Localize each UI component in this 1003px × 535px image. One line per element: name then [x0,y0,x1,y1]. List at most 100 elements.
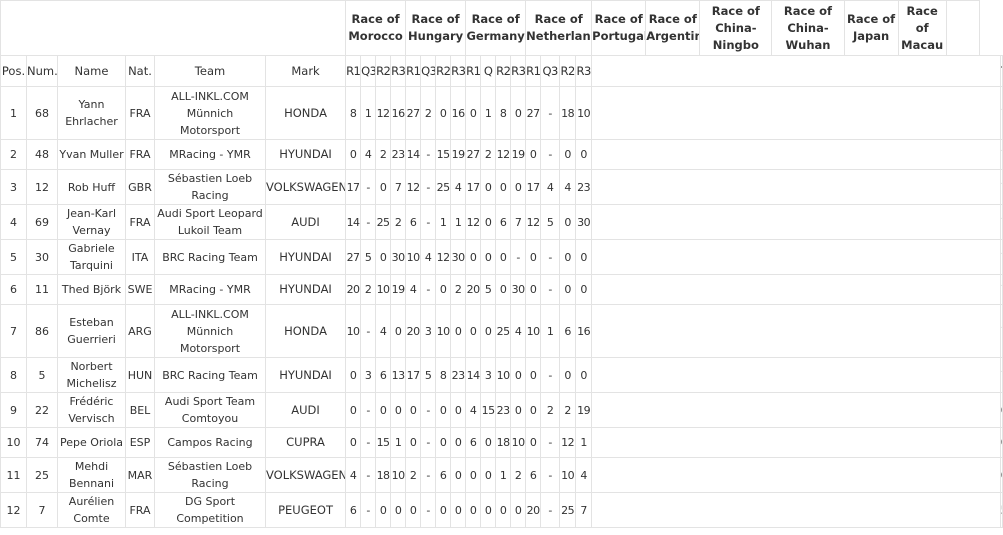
empty-score-cells [591,169,1001,205]
team-name: Campos Racing [154,427,266,458]
score-cell: 0 [510,169,527,205]
num-cell: 25 [26,457,58,493]
score-cell: 30 [510,274,527,305]
race-header-china-ningbo: Race of China-Ningbo [699,0,773,56]
score-cell: 18 [375,457,392,493]
score-cell: 20 [405,304,422,358]
score-cell: 6 [465,427,482,458]
race-header-argentina: Race of Argentina [645,0,701,56]
score-cell: 10 [495,357,512,393]
driver-name: Gabriele Tarquini [57,239,126,275]
score-cell: - [540,492,561,528]
score-cell: 25 [559,492,577,528]
score-cell: 6 [405,204,422,240]
score-cell: 5 [420,357,437,393]
score-cell: 23 [495,392,512,428]
col-header-pos: Pos. [0,55,27,87]
score-cell: 0 [375,239,392,275]
score-cell: 7 [510,204,527,240]
score-cell: 15 [375,427,392,458]
score-cell: 0 [345,392,362,428]
mark-cell: HYUNDAI [264,274,347,305]
score-cell: 10 [510,427,527,458]
score-cell: 10 [375,274,392,305]
team-name: ALL-INKL.COM Münnich Motorsport [154,86,266,140]
score-cell: 0 [465,457,482,493]
score-cell: 0 [405,427,422,458]
sub-header-netherlands-q3: Q3 [540,55,561,87]
score-cell: 3 [420,304,437,358]
driver-name: Rob Huff [57,169,126,205]
total-cell: 58 [999,492,1003,528]
score-cell: 0 [435,86,452,140]
score-cell: 0 [480,492,497,528]
score-cell: 0 [390,304,407,358]
score-cell: 0 [390,392,407,428]
standings-body: 1 68 Yann Ehrlacher FRA ALL-INKL.COM Münnich… [0,86,1003,528]
score-cell: 27 [525,86,542,140]
total-cell: 65 [999,392,1003,428]
driver-name: Aurélien Comte [57,492,126,528]
standings-row: 2 48 Yvan Muller FRA MRacing - YMR HYUNDAI 0 4 2… [0,139,1003,170]
nationality-cell: SWE [125,274,155,305]
sub-header-morocco-q3: Q3 [360,55,377,87]
race-header-macau: Race of Macau [897,0,947,56]
empty-score-cells [591,427,1001,458]
score-cell: 0 [450,492,467,528]
pos-cell: 10 [0,427,27,458]
score-cell: 0 [575,274,593,305]
score-cell: 6 [495,204,512,240]
score-cell: 0 [559,357,577,393]
score-cell: 12 [375,86,392,140]
score-cell: 4 [540,169,561,205]
pos-cell: 11 [0,457,27,493]
total-cell: 109 [999,304,1003,358]
score-cell: 19 [390,274,407,305]
team-name: BRC Racing Team [154,239,266,275]
team-name: ALL-INKL.COM Münnich Motorsport [154,304,266,358]
score-cell: 0 [510,357,527,393]
standings-row: 5 30 Gabriele Tarquini ITA BRC Racing Team HY… [0,239,1003,275]
score-cell: - [540,357,561,393]
score-cell: 0 [450,457,467,493]
sub-header-hungary-r3: R3 [450,55,467,87]
score-cell: 0 [559,239,577,275]
score-cell: 0 [559,274,577,305]
score-cell: 0 [435,492,452,528]
score-cell: 10 [559,457,577,493]
score-cell: 6 [525,457,542,493]
race-header-morocco: Race of Morocco [345,0,407,56]
score-cell: 0 [465,304,482,358]
standings-row: 6 11 Thed Björk SWE MRacing - YMR HYUNDAI 20 2 1… [0,274,1003,305]
score-cell: 8 [435,357,452,393]
mark-cell: VOLKSWAGEN [264,457,347,493]
nationality-cell: ITA [125,239,155,275]
score-cell: 1 [390,427,407,458]
empty-race-columns [591,55,1001,87]
score-cell: 2 [405,457,422,493]
driver-name: Frédéric Vervisch [57,392,126,428]
score-cell: 2 [375,139,392,170]
mark-cell: HONDA [264,304,347,358]
score-cell: 30 [390,239,407,275]
score-cell: 30 [450,239,467,275]
pos-cell: 4 [0,204,27,240]
mark-cell: AUDI [264,392,347,428]
race-header-hungary: Race of Hungary [405,0,467,56]
score-cell: 0 [525,392,542,428]
score-cell: 0 [435,392,452,428]
score-cell: 1 [495,457,512,493]
score-cell: 12 [405,169,422,205]
nationality-cell: HUN [125,357,155,393]
score-cell: - [360,492,377,528]
score-cell: 17 [465,169,482,205]
total-cell: 121 [999,204,1003,240]
score-cell: 5 [360,239,377,275]
num-cell: 22 [26,392,58,428]
num-cell: 48 [26,139,58,170]
col-header-mark: Mark [264,55,347,87]
score-cell: - [510,239,527,275]
standings-row: 7 86 Esteban Guerrieri ARG ALL-INKL.COM Münn… [0,304,1003,358]
score-cell: 0 [525,357,542,393]
score-cell: 10 [435,304,452,358]
